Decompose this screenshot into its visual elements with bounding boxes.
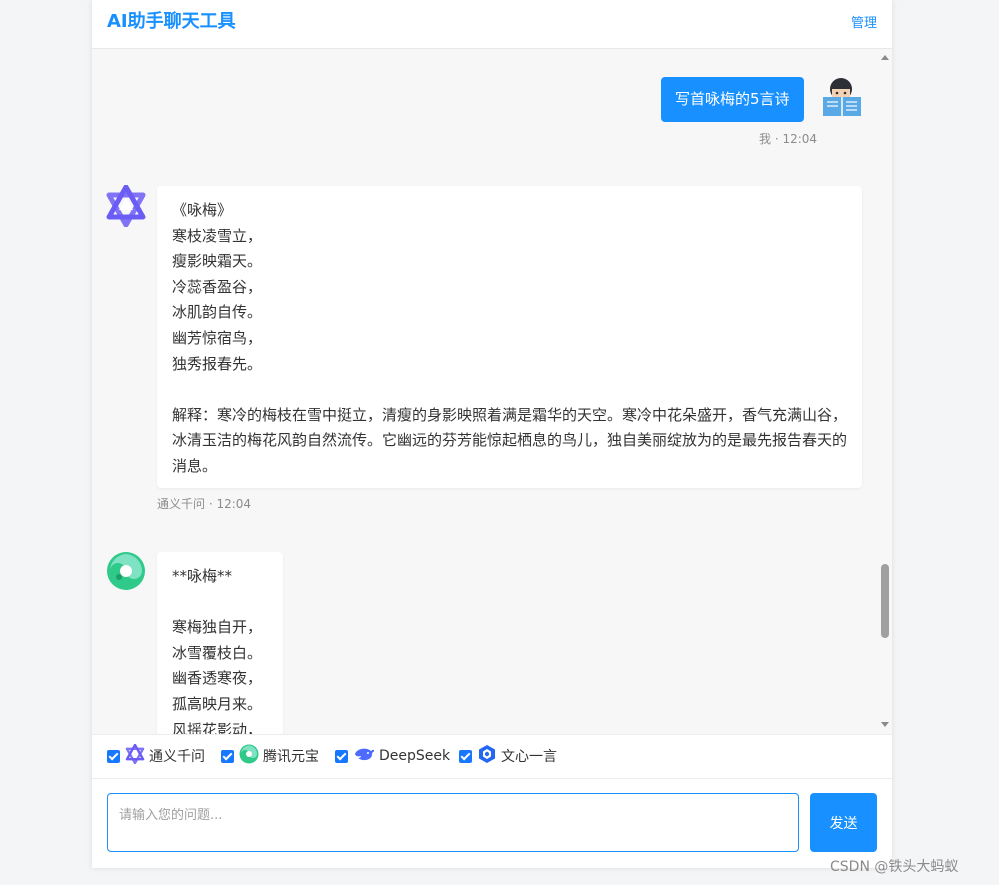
model-option-wenxin[interactable]: 文心一言 <box>459 744 557 768</box>
deepseek-icon <box>353 745 375 767</box>
message-line: 冰肌韵自传。 <box>172 303 263 322</box>
model-option-yuanbao[interactable]: 腾讯元宝 <box>221 744 319 768</box>
model-label: DeepSeek <box>379 748 451 764</box>
message-line: 寒梅独自开， <box>172 618 263 637</box>
watermark-text: CSDN @铁头大蚂蚁 <box>830 859 959 875</box>
assistant-message-bubble: 《咏梅》 寒枝凌雪立， 瘦影映霜天。 冷蕊香盈谷， 冰肌韵自传。 幽芳惊宿鸟， … <box>157 186 862 488</box>
model-label: 腾讯元宝 <box>263 749 319 765</box>
user-message-meta: 我 · 12:04 <box>759 132 818 146</box>
message-line: 瘦影映霜天。 <box>172 252 263 271</box>
question-input[interactable] <box>107 793 799 852</box>
model-option-deepseek[interactable]: DeepSeek <box>335 746 450 766</box>
message-line: 寒枝凌雪立， <box>172 226 263 245</box>
scroll-up-icon[interactable] <box>881 55 889 60</box>
model-selector-bar: 通义千问 腾讯元宝 DeepSeek 文心一言 <box>92 734 892 779</box>
checkbox-checked-icon[interactable] <box>221 749 234 763</box>
qwen-avatar-icon <box>106 184 146 228</box>
message-line: 幽芳惊宿鸟， <box>172 328 263 347</box>
qwen-icon <box>125 743 145 768</box>
user-avatar-icon <box>821 75 861 116</box>
app-header: AI助手聊天工具 管理 <box>92 0 892 49</box>
message-line: 独秀报春先。 <box>172 354 263 373</box>
message-line: 风摇花影动， <box>172 720 263 734</box>
wenxin-icon <box>477 744 497 768</box>
manage-link[interactable]: 管理 <box>851 12 877 31</box>
scroll-down-icon[interactable] <box>881 722 889 727</box>
chat-app: AI助手聊天工具 管理 写首咏梅的5言诗 我 · 12:04 《咏梅》 寒枝凌雪… <box>92 0 892 868</box>
message-line: 冷蕊香盈谷， <box>172 277 263 296</box>
assistant-message-meta: 通义千问 · 12:04 <box>157 497 252 511</box>
message-line: 解释：寒冷的梅枝在雪中挺立，清瘦的身影映照着满是霜华的天空。寒冷中花朵盛开，香气… <box>172 405 848 475</box>
message-line: 幽香透寒夜， <box>172 669 263 688</box>
checkbox-checked-icon[interactable] <box>459 749 472 763</box>
yuanbao-avatar-icon <box>106 551 146 591</box>
model-label: 文心一言 <box>501 749 557 765</box>
message-line: 孤高映月来。 <box>172 694 263 713</box>
model-option-qwen[interactable]: 通义千问 <box>107 743 205 768</box>
assistant-message-bubble: **咏梅** 寒梅独自开， 冰雪覆枝白。 幽香透寒夜， 孤高映月来。 风摇花影动… <box>157 552 283 734</box>
checkbox-checked-icon[interactable] <box>335 749 348 763</box>
message-line: 《咏梅》 <box>172 201 233 219</box>
send-button[interactable]: 发送 <box>810 793 877 852</box>
model-label: 通义千问 <box>149 749 205 765</box>
user-message-bubble: 写首咏梅的5言诗 <box>661 77 804 122</box>
message-line: 冰雪覆枝白。 <box>172 643 263 662</box>
yuanbao-icon <box>239 744 259 768</box>
message-line <box>172 377 847 403</box>
message-line <box>172 590 268 616</box>
app-title: AI助手聊天工具 <box>107 11 236 32</box>
chat-message-area[interactable]: 写首咏梅的5言诗 我 · 12:04 《咏梅》 寒枝凌雪立， 瘦影映霜天。 冷蕊… <box>92 49 892 734</box>
checkbox-checked-icon[interactable] <box>107 749 120 763</box>
scroll-thumb[interactable] <box>881 564 889 638</box>
chat-scrollbar[interactable] <box>878 49 892 734</box>
message-line: **咏梅** <box>172 567 233 585</box>
